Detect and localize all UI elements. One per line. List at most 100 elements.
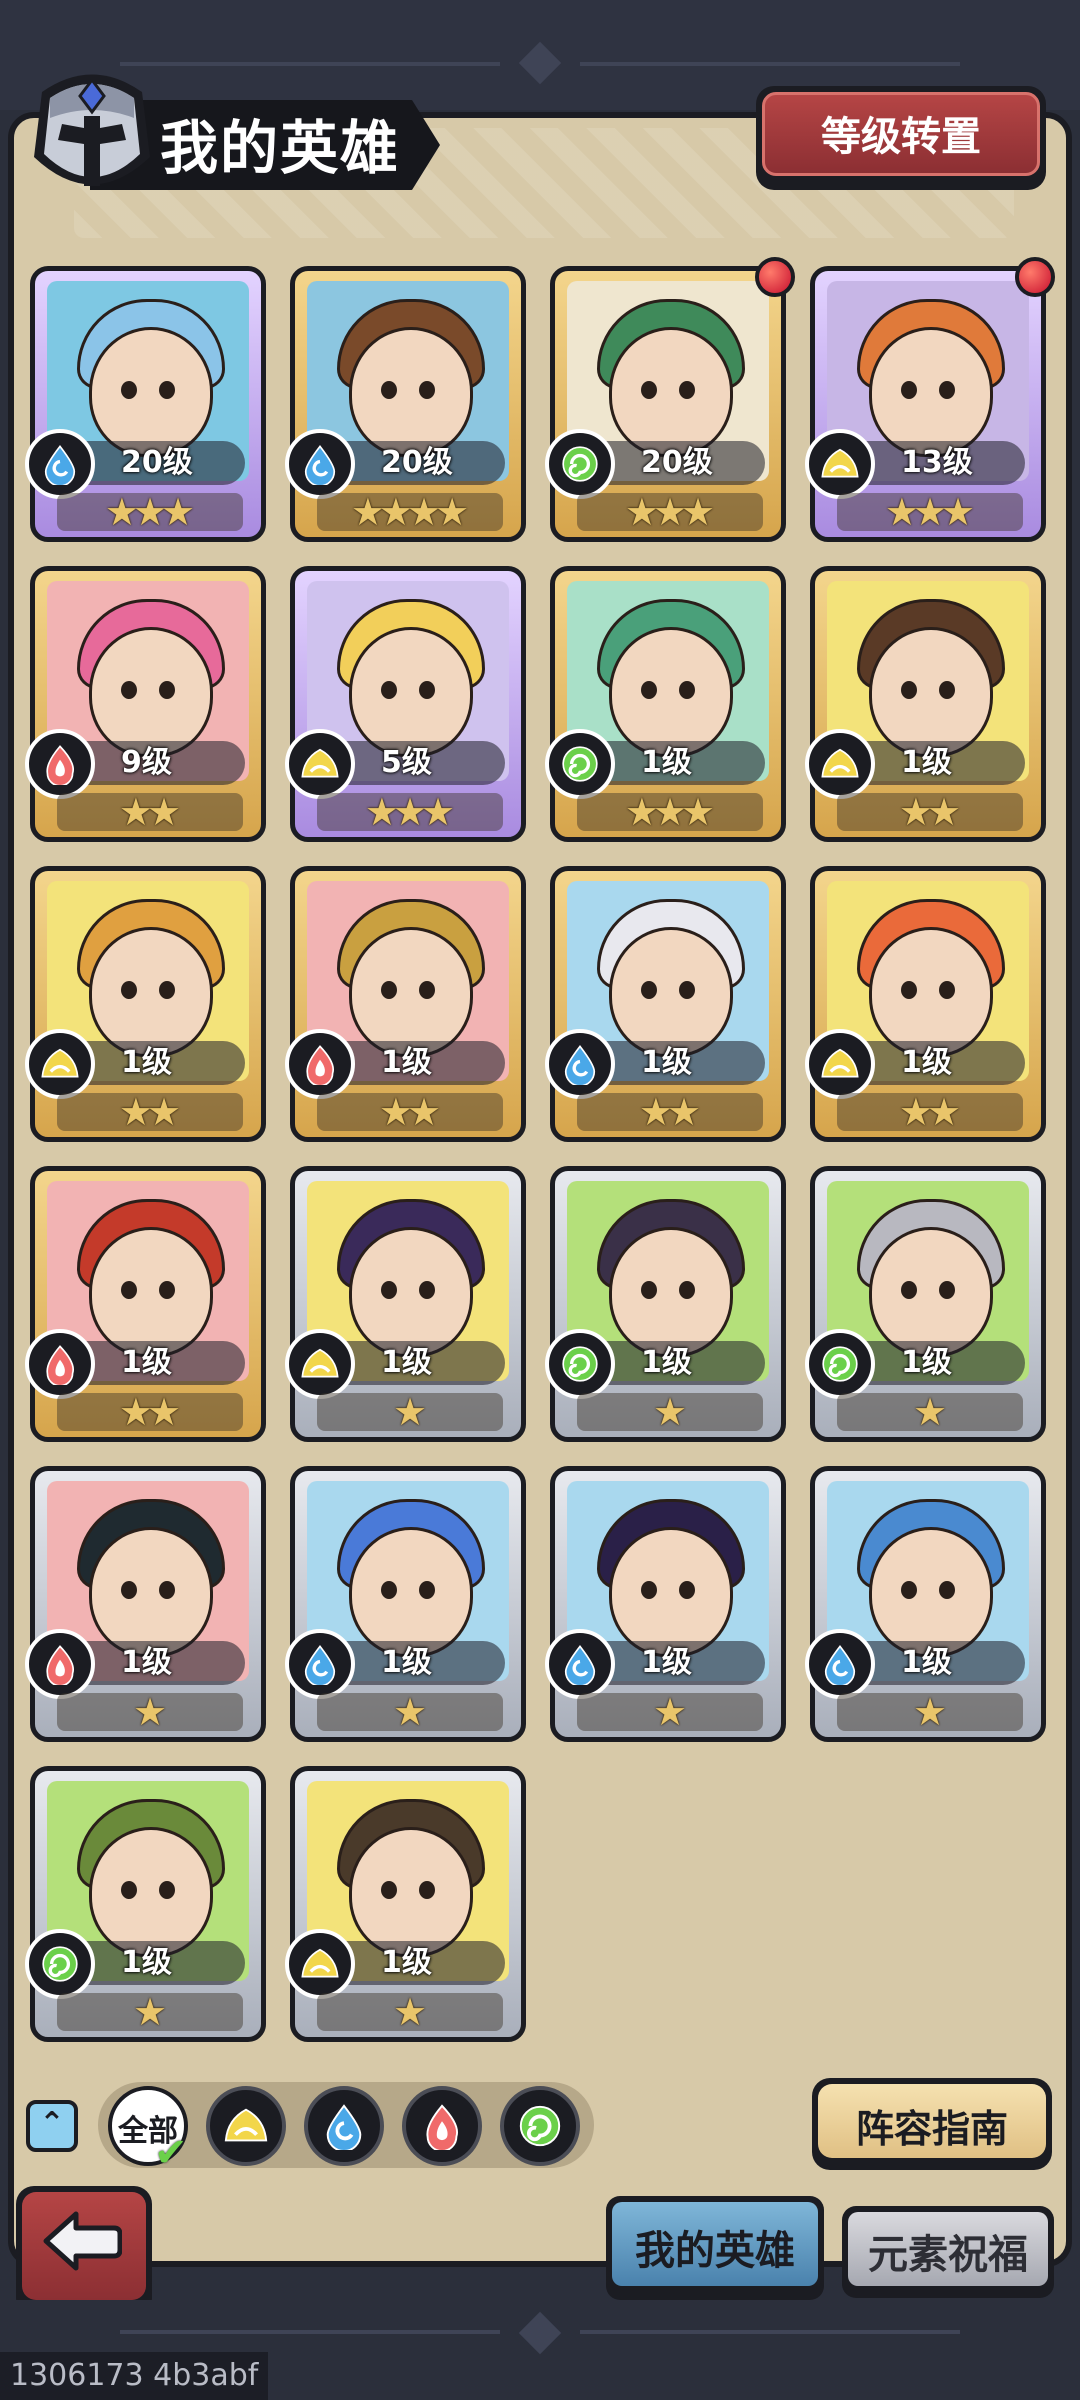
star-rating: ★★ — [837, 1093, 1023, 1131]
hero-level: 1级 — [121, 1345, 172, 1380]
hero-level: 1级 — [641, 1645, 692, 1680]
hero-level: 1级 — [641, 745, 692, 780]
star-icon: ★ — [407, 1090, 442, 1134]
water-element-icon — [805, 1629, 875, 1699]
star-icon: ★ — [132, 1690, 168, 1734]
earth-element-icon — [285, 729, 355, 799]
hero-card[interactable]: 20级 ★★★★ — [285, 266, 526, 542]
hero-card[interactable]: 20级 ★★★ — [545, 257, 795, 542]
filter-wind-button[interactable] — [500, 2086, 580, 2166]
hero-face — [869, 327, 993, 457]
hero-card[interactable]: 1级 ★ — [285, 1166, 526, 1442]
water-element-icon — [25, 429, 95, 499]
tab-my-heroes-label: 我的英雄 — [635, 2228, 795, 2274]
filter-fire-button[interactable] — [402, 2086, 482, 2166]
hero-face — [349, 327, 473, 457]
hero-card[interactable]: 1级 ★★★ — [545, 566, 786, 842]
hero-level: 1级 — [381, 1945, 432, 1980]
wind-element-icon — [545, 729, 615, 799]
hero-eye — [419, 1281, 435, 1299]
star-icon: ★ — [667, 1090, 702, 1134]
hero-eye — [641, 681, 657, 699]
hero-card[interactable]: 1级 ★★ — [285, 866, 526, 1142]
filter-earth-button[interactable] — [206, 2086, 286, 2166]
star-rating: ★★ — [837, 793, 1023, 831]
hero-card[interactable]: 1级 ★★ — [545, 866, 786, 1142]
hero-card[interactable]: 1级 ★ — [545, 1466, 786, 1742]
star-icon: ★ — [912, 1390, 948, 1434]
hero-eye — [419, 981, 435, 999]
hero-eye — [381, 681, 397, 699]
hero-level: 1级 — [641, 1045, 692, 1080]
filter-water-button[interactable] — [304, 2086, 384, 2166]
water-element-icon — [285, 1629, 355, 1699]
star-icon: ★ — [927, 1090, 962, 1134]
hero-card[interactable]: 1级 ★★ — [805, 566, 1046, 842]
hero-face — [869, 927, 993, 1057]
star-rating: ★★★ — [577, 793, 763, 831]
lineup-guide-button[interactable]: 阵容指南 — [812, 2078, 1052, 2170]
hero-level: 20级 — [641, 445, 713, 480]
hero-card[interactable]: 1级 ★ — [285, 1466, 526, 1742]
level-transfer-button[interactable]: 等级转置 — [756, 86, 1046, 190]
hero-card[interactable]: 20级 ★★★ — [25, 266, 266, 542]
ornament-line — [580, 2330, 960, 2334]
hero-eye — [159, 1881, 175, 1899]
tab-element-blessing[interactable]: 元素祝福 — [842, 2206, 1054, 2298]
water-element-icon — [545, 1629, 615, 1699]
hero-card[interactable]: 1级 ★ — [805, 1466, 1046, 1742]
hero-eye — [381, 981, 397, 999]
hero-card[interactable]: 1级 ★★ — [25, 866, 266, 1142]
hero-face — [609, 327, 733, 457]
ornament-line — [120, 2330, 500, 2334]
star-rating: ★ — [837, 1393, 1023, 1431]
hero-level: 1级 — [641, 1345, 692, 1380]
hero-face — [349, 1227, 473, 1357]
hero-eye — [939, 381, 955, 399]
star-rating: ★ — [57, 1693, 243, 1731]
hero-level: 5级 — [381, 745, 432, 780]
hero-level: 1级 — [121, 1045, 172, 1080]
earth-element-icon — [805, 729, 875, 799]
helmet-icon — [34, 74, 150, 186]
water-element-icon — [545, 1029, 615, 1099]
star-rating: ★ — [317, 1393, 503, 1431]
hero-card[interactable]: 5级 ★★★ — [285, 566, 526, 842]
hero-card[interactable]: 1级 ★ — [545, 1166, 786, 1442]
hero-level: 1级 — [901, 745, 952, 780]
hero-card[interactable]: 1级 ★★ — [25, 1166, 266, 1442]
hero-face — [609, 1227, 733, 1357]
tab-my-heroes[interactable]: 我的英雄 — [606, 2196, 824, 2300]
star-icon: ★ — [681, 490, 716, 534]
star-icon: ★ — [392, 1390, 428, 1434]
star-icon: ★ — [652, 1690, 688, 1734]
star-rating: ★★★★ — [317, 493, 503, 531]
hero-level: 1级 — [381, 1645, 432, 1680]
hero-card[interactable]: 1级 ★★ — [805, 866, 1046, 1142]
hero-eye — [159, 1581, 175, 1599]
hero-eye — [121, 1581, 137, 1599]
hero-card[interactable]: 1级 ★ — [25, 1466, 266, 1742]
earth-element-icon — [25, 1029, 95, 1099]
hero-level: 13级 — [901, 445, 973, 480]
hero-card[interactable]: 1级 ★ — [25, 1766, 266, 2042]
hero-face — [89, 327, 213, 457]
hero-eye — [901, 981, 917, 999]
star-rating: ★★★ — [577, 493, 763, 531]
hero-card[interactable]: 1级 ★ — [285, 1766, 526, 2042]
collapse-filter-button[interactable]: ⌃ — [26, 2100, 78, 2152]
hero-face — [869, 1527, 993, 1657]
hero-card[interactable]: 1级 ★ — [805, 1166, 1046, 1442]
hero-eye — [641, 981, 657, 999]
level-transfer-label: 等级转置 — [821, 114, 981, 160]
hero-face — [349, 627, 473, 757]
hero-card[interactable]: 13级 ★★★ — [805, 257, 1055, 542]
build-id-label: 1306173 4b3abf — [0, 2352, 269, 2400]
filter-all-button[interactable]: 全部 ✔ — [108, 2086, 188, 2176]
hero-card[interactable]: 9级 ★★ — [25, 566, 266, 842]
hero-face — [89, 1227, 213, 1357]
hero-face — [609, 1527, 733, 1657]
fire-element-icon — [25, 729, 95, 799]
back-button[interactable] — [16, 2186, 152, 2316]
checkmark-icon: ✔ — [154, 2130, 188, 2176]
